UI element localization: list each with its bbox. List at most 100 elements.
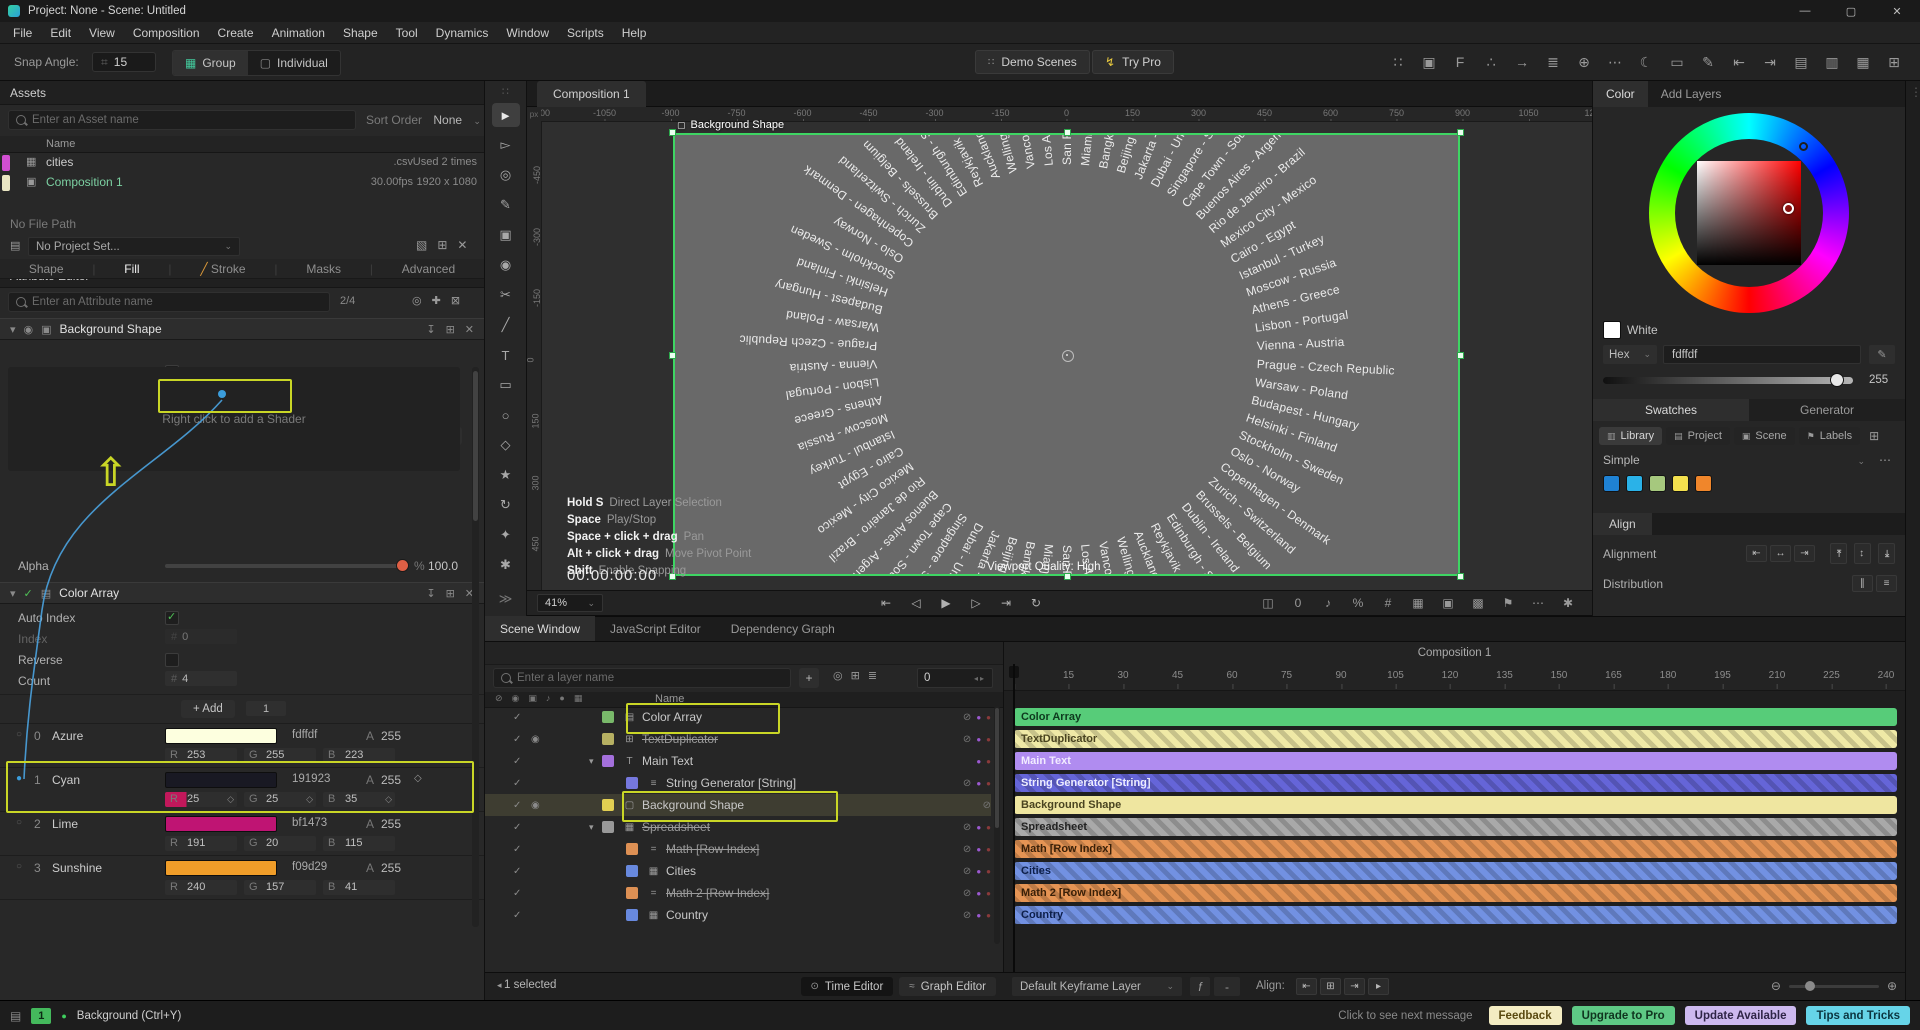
color-mode-select[interactable]: Hex⌄ [1603, 345, 1657, 364]
more-icon[interactable]: ⋯ [1879, 453, 1891, 467]
toolbar-dark-mode-icon[interactable]: ☾ [1634, 51, 1658, 73]
skip-end-button[interactable]: ⇥ [993, 593, 1019, 613]
visibility-check-icon[interactable]: ✓ [513, 866, 531, 877]
alpha-value[interactable]: 255 [1869, 374, 1888, 386]
status-message[interactable]: Background (Ctrl+Y) [77, 1010, 182, 1022]
spiral-tool[interactable]: ↻ [492, 493, 520, 517]
time-editor-button[interactable]: ⊙Time Editor [801, 977, 894, 996]
scrollbar[interactable] [472, 367, 479, 927]
add-color-button[interactable]: + Add [181, 700, 235, 718]
tab-add-layers[interactable]: Add Layers [1648, 81, 1735, 107]
camera-tool[interactable]: ▣ [492, 223, 520, 247]
disable-icon[interactable]: ⊘ [963, 844, 971, 855]
color-array-entry[interactable]: ○2Limebf1473A255R191G20B115 [0, 812, 485, 856]
add-count-stepper[interactable]: 1 [246, 701, 286, 716]
percent-icon[interactable]: % [1348, 594, 1368, 612]
ellipse-tool[interactable]: ○ [492, 403, 520, 427]
keyframe-icon[interactable]: ◇ [227, 794, 234, 805]
red-dot-icon[interactable]: ● [986, 713, 991, 722]
zoom-out-icon[interactable]: ⊖ [1771, 979, 1781, 993]
hue-marker[interactable] [1799, 142, 1808, 151]
entry-r-slider[interactable]: R240 [165, 880, 237, 895]
graph-editor-button[interactable]: ≈Graph Editor [899, 977, 996, 996]
shader-drop-area[interactable]: Right click to add a Shader [8, 367, 460, 471]
group-filter-icon[interactable]: ⊞ [851, 669, 860, 682]
asset-search-input[interactable]: Enter an Asset name [8, 110, 356, 130]
next-message-hint[interactable]: Click to see next message [1338, 1010, 1472, 1022]
layer-row[interactable]: ✓◉▢Background Shape⊘ [485, 794, 991, 816]
purple-dot-icon[interactable]: ● [976, 757, 981, 766]
loop-button[interactable]: ↻ [1023, 593, 1049, 613]
library-tab-labels[interactable]: ⚑Labels [1799, 427, 1861, 445]
name-column-header[interactable]: Name [655, 693, 684, 705]
color-array-entry[interactable]: ●1Cyan191923A255◇R25◇G25◇B35◇ [0, 768, 485, 812]
selection-handle[interactable] [669, 352, 676, 359]
expander-icon[interactable]: ▾ [589, 822, 602, 833]
visibility-check-icon[interactable]: ✓ [513, 844, 531, 855]
entry-alpha-value[interactable]: 255 [381, 729, 401, 743]
scrollbar[interactable] [994, 706, 1000, 944]
timeline-bar[interactable]: Math [Row Index] [1014, 840, 1897, 858]
direct-select-tool[interactable]: ▻ [492, 133, 520, 157]
layer-row[interactable]: ✓▦Cities⊘●● [485, 860, 991, 882]
timeline-bar[interactable]: Main Text [1014, 752, 1897, 770]
disable-icon[interactable]: ⊘ [963, 712, 971, 723]
play-button[interactable]: ▶ [933, 593, 959, 613]
rect-tool[interactable]: ▭ [492, 373, 520, 397]
purple-dot-icon[interactable]: ● [976, 823, 981, 832]
eye-icon[interactable]: ◉ [531, 800, 549, 811]
menu-tool[interactable]: Tool [387, 22, 427, 44]
console-icon[interactable]: ▤ [10, 1009, 21, 1023]
minimize-button[interactable]: — [1782, 0, 1828, 22]
frame-number-icon[interactable]: 0 [1288, 594, 1308, 612]
next-frame-button[interactable]: ▷ [963, 593, 989, 613]
entry-color-swatch[interactable] [165, 728, 277, 744]
disable-icon[interactable]: ⊘ [963, 734, 971, 745]
demo-scenes-button[interactable]: ∷Demo Scenes [975, 50, 1090, 74]
entry-b-slider[interactable]: B35◇ [323, 792, 395, 807]
visibility-check-icon[interactable]: ✓ [513, 822, 531, 833]
group-button[interactable]: ▦Group [173, 51, 248, 75]
red-dot-icon[interactable]: ● [986, 867, 991, 876]
clear-search-icon[interactable]: ⊠ [451, 294, 460, 307]
entry-hex-value[interactable]: fdffdf [292, 729, 317, 741]
pick-attribute-icon[interactable]: ◎ [412, 294, 422, 307]
hex-input[interactable]: fdffdf [1663, 345, 1861, 364]
alpha-slider-knob[interactable] [1831, 374, 1843, 386]
message-count-badge[interactable]: 1 [31, 1008, 51, 1024]
timeline-align-1-button[interactable]: ⊞ [1320, 978, 1341, 995]
selection-handle[interactable] [1457, 129, 1464, 136]
toolbar-arrow-right-icon[interactable]: → [1510, 51, 1534, 73]
entry-color-swatch[interactable] [165, 816, 277, 832]
alpha-value[interactable]: 100.0 [428, 559, 458, 573]
toolbar-frame-all-icon[interactable]: F [1448, 51, 1472, 73]
chevron-down-icon[interactable]: ⌄ [1857, 456, 1865, 467]
tab-stroke[interactable]: ╱ Stroke [200, 262, 245, 276]
alpha-slider[interactable] [165, 564, 405, 568]
count-field[interactable]: #4 [165, 671, 237, 686]
align-vertical-2-button[interactable]: ⇥ [1878, 543, 1895, 564]
layer-row[interactable]: ✓▾▦Spreadsheet⊘●● [485, 816, 991, 838]
entry-r-slider[interactable]: R253 [165, 748, 237, 763]
settings-tool[interactable]: ✱ [492, 553, 520, 577]
checker-icon[interactable]: ▩ [1468, 594, 1488, 612]
selection-handle[interactable] [1064, 573, 1071, 580]
zoom-slider-knob[interactable] [1805, 981, 1815, 991]
layer-header-icon-2[interactable]: ▣ [528, 693, 537, 704]
folder-icon[interactable]: ▧ [416, 238, 427, 252]
timeline-bar[interactable]: Cities [1014, 862, 1897, 880]
color-wheel[interactable] [1649, 113, 1849, 313]
toolbar-add-grid-icon[interactable]: ⊞ [1882, 51, 1906, 73]
layer-search-input[interactable]: Enter a layer name [493, 668, 791, 688]
timeline-ruler[interactable]: 0153045607590105120135150165180195210225… [1004, 664, 1905, 691]
layer-header-icon-5[interactable]: ▦ [574, 693, 583, 704]
timeline-zoom-slider[interactable] [1789, 985, 1879, 988]
timeline-bar[interactable]: Color Array [1014, 708, 1897, 726]
toolbar-panel-icon[interactable]: ▣ [1417, 51, 1441, 73]
layer-header-icon-0[interactable]: ⊘ [495, 693, 503, 704]
toolbar-grid-icon[interactable]: ▦ [1851, 51, 1875, 73]
saturation-marker[interactable] [1783, 203, 1794, 214]
panel-handle-icon[interactable]: ∷ [485, 85, 526, 98]
visibility-check-icon[interactable]: ✓ [513, 800, 531, 811]
asset-row-cities[interactable]: ▦ cities .csv Used 2 times [0, 153, 485, 173]
